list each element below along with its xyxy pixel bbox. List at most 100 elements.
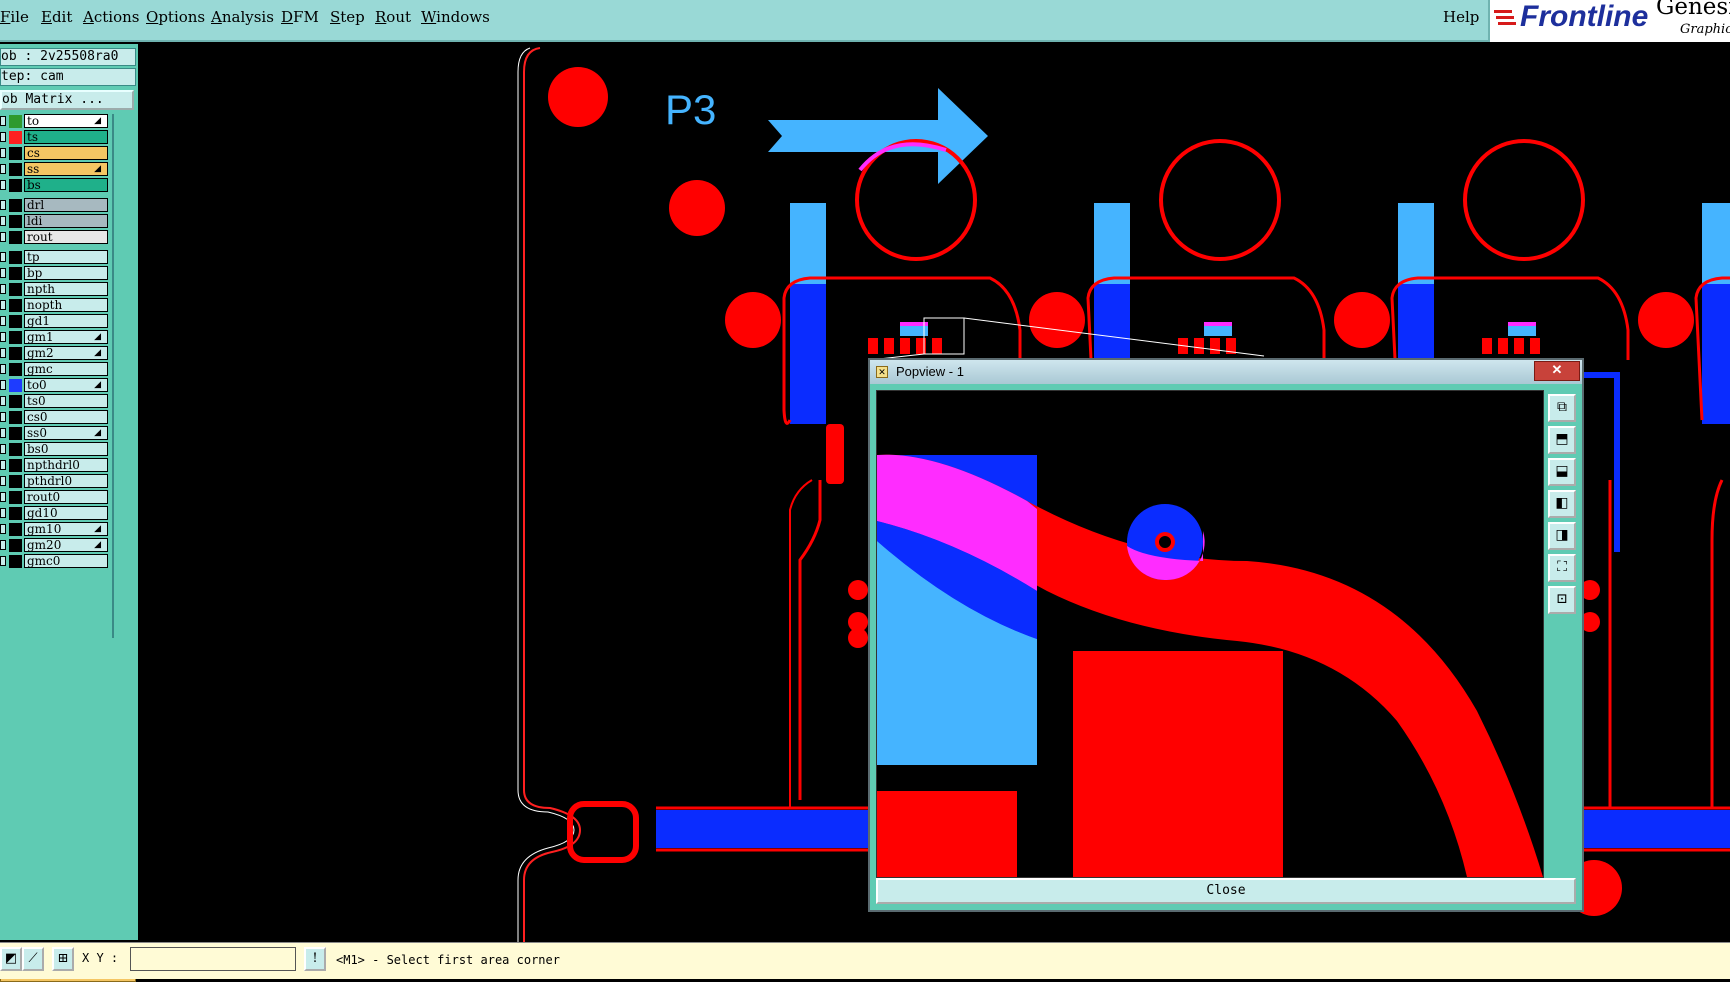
pan-down-icon[interactable]: ⬓	[1548, 458, 1576, 486]
layer-name[interactable]: rout	[24, 230, 108, 244]
layer-color-swatch[interactable]	[9, 231, 22, 244]
alert-icon[interactable]: !	[304, 947, 326, 971]
layer-checkbox[interactable]	[0, 444, 6, 454]
job-matrix-button[interactable]: ob Matrix ...	[0, 90, 134, 110]
zoom-fit-icon[interactable]: ⛶	[1548, 554, 1576, 582]
layer-checkbox[interactable]	[0, 116, 6, 126]
layer-checkbox[interactable]	[0, 364, 6, 374]
layer-checkbox[interactable]	[0, 380, 6, 390]
layer-row-nopth[interactable]: nopth	[0, 298, 110, 312]
layer-checkbox[interactable]	[0, 476, 6, 486]
layer-name[interactable]: ts	[24, 130, 108, 144]
layer-checkbox[interactable]	[0, 412, 6, 422]
layer-name[interactable]: bs	[24, 178, 108, 192]
grid-icon[interactable]: ⊞	[52, 947, 74, 971]
layer-checkbox[interactable]	[0, 316, 6, 326]
layer-checkbox[interactable]	[0, 148, 6, 158]
layer-row-cs0[interactable]: cs0	[0, 410, 110, 424]
layer-row-cs[interactable]: cs	[0, 146, 110, 160]
layer-checkbox[interactable]	[0, 216, 6, 226]
edit-icon[interactable]: ◩	[0, 947, 22, 971]
layer-color-swatch[interactable]	[9, 555, 22, 568]
layer-color-swatch[interactable]	[9, 299, 22, 312]
layer-color-swatch[interactable]	[9, 411, 22, 424]
menu-help[interactable]: Help	[1443, 8, 1479, 26]
layer-color-swatch[interactable]	[9, 379, 22, 392]
layer-color-swatch[interactable]	[9, 363, 22, 376]
layer-row-gm10[interactable]: gm10 ◢	[0, 522, 110, 536]
layer-name[interactable]: to0 ◢	[24, 378, 108, 392]
layer-name[interactable]: bs0	[24, 442, 108, 456]
layer-checkbox[interactable]	[0, 396, 6, 406]
layer-name[interactable]: gmc0	[24, 554, 108, 568]
layer-name[interactable]: ts0	[24, 394, 108, 408]
menu-windows[interactable]: Windows	[421, 8, 490, 26]
layer-color-swatch[interactable]	[9, 199, 22, 212]
layer-row-gm20[interactable]: gm20 ◢	[0, 538, 110, 552]
layer-color-swatch[interactable]	[9, 427, 22, 440]
layer-checkbox[interactable]	[0, 556, 6, 566]
layer-checkbox[interactable]	[0, 524, 6, 534]
layer-checkbox[interactable]	[0, 492, 6, 502]
pan-right-icon[interactable]: ◨	[1548, 522, 1576, 550]
popview-window[interactable]: ✕ Popview - 1 ✕ ⧉ ⬒ ⬓ ◧ ◨ ⛶ ⊡ Close	[868, 358, 1584, 912]
layer-row-rout0[interactable]: rout0	[0, 490, 110, 504]
layer-name[interactable]: bp	[24, 266, 108, 280]
pan-up-icon[interactable]: ⬒	[1548, 426, 1576, 454]
layer-color-swatch[interactable]	[9, 251, 22, 264]
layer-name[interactable]: gm2 ◢	[24, 346, 108, 360]
layer-color-swatch[interactable]	[9, 507, 22, 520]
layer-name[interactable]: gd1	[24, 314, 108, 328]
menu-options[interactable]: Options	[146, 8, 205, 26]
layer-row-ts0[interactable]: ts0	[0, 394, 110, 408]
layer-color-swatch[interactable]	[9, 283, 22, 296]
menu-file[interactable]: File	[0, 8, 29, 26]
popview-canvas[interactable]	[876, 390, 1544, 878]
layer-checkbox[interactable]	[0, 508, 6, 518]
layer-name[interactable]: ss ◢	[24, 162, 108, 176]
layer-name[interactable]: npthdrl0	[24, 458, 108, 472]
zoom-home-icon[interactable]: ⊡	[1548, 586, 1576, 614]
layer-row-gd10[interactable]: gd10	[0, 506, 110, 520]
layer-color-swatch[interactable]	[9, 539, 22, 552]
layer-checkbox[interactable]	[0, 164, 6, 174]
layer-color-swatch[interactable]	[9, 115, 22, 128]
layer-checkbox[interactable]	[0, 428, 6, 438]
menu-actions[interactable]: Actions	[83, 8, 139, 26]
popview-close-button[interactable]: Close	[876, 878, 1576, 904]
layer-row-gm1[interactable]: gm1 ◢	[0, 330, 110, 344]
layer-color-swatch[interactable]	[9, 523, 22, 536]
layer-row-ss0[interactable]: ss0 ◢	[0, 426, 110, 440]
layer-row-bp[interactable]: bp	[0, 266, 110, 280]
layer-row-npthdrl0[interactable]: npthdrl0	[0, 458, 110, 472]
layer-row-drl[interactable]: drl	[0, 198, 110, 212]
layer-color-swatch[interactable]	[9, 215, 22, 228]
layer-row-bs0[interactable]: bs0	[0, 442, 110, 456]
menu-step[interactable]: Step	[330, 8, 365, 26]
layer-color-swatch[interactable]	[9, 179, 22, 192]
popview-titlebar[interactable]: ✕ Popview - 1 ✕	[870, 360, 1582, 384]
layer-row-tp[interactable]: tp	[0, 250, 110, 264]
layer-checkbox[interactable]	[0, 252, 6, 262]
layer-name[interactable]: cs	[24, 146, 108, 160]
measure-icon[interactable]: ⟋	[22, 947, 44, 971]
layer-name[interactable]: gm20 ◢	[24, 538, 108, 552]
layer-checkbox[interactable]	[0, 460, 6, 470]
layer-color-swatch[interactable]	[9, 475, 22, 488]
layer-row-gmc[interactable]: gmc	[0, 362, 110, 376]
menu-dfm[interactable]: DFM	[281, 8, 319, 26]
menu-edit[interactable]: Edit	[41, 8, 72, 26]
layer-row-gm2[interactable]: gm2 ◢	[0, 346, 110, 360]
layer-name[interactable]: to ◢	[24, 114, 108, 128]
layer-checkbox[interactable]	[0, 284, 6, 294]
layer-row-to[interactable]: to ◢	[0, 114, 110, 128]
layer-color-swatch[interactable]	[9, 315, 22, 328]
layer-checkbox[interactable]	[0, 180, 6, 190]
layer-row-gd1[interactable]: gd1	[0, 314, 110, 328]
layer-row-bs[interactable]: bs	[0, 178, 110, 192]
layer-name[interactable]: npth	[24, 282, 108, 296]
layer-name[interactable]: gm1 ◢	[24, 330, 108, 344]
layer-name[interactable]: rout0	[24, 490, 108, 504]
window-close-icon[interactable]: ✕	[1534, 361, 1580, 381]
layer-row-gmc0[interactable]: gmc0	[0, 554, 110, 568]
